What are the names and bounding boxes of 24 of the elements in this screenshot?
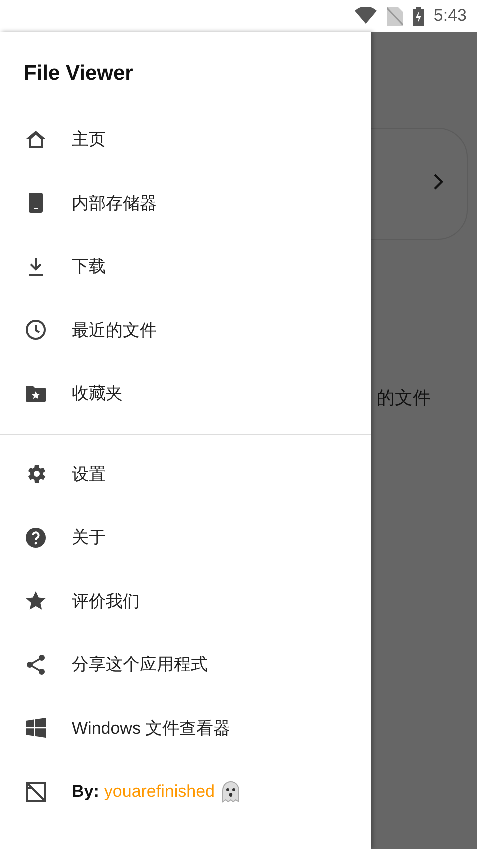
menu-item[interactable]: 下载 <box>0 235 371 298</box>
menu-item[interactable]: 分享这个应用程式 <box>0 633 371 696</box>
background-text: 的文件 <box>377 387 431 410</box>
ghost-icon <box>220 780 241 802</box>
wifi-icon <box>354 7 377 25</box>
no-sim-icon <box>386 6 403 26</box>
menu-item[interactable]: Windows 文件查看器 <box>0 696 371 760</box>
drawer-title: File Viewer <box>24 62 134 86</box>
no-image-icon <box>24 780 48 804</box>
windows-icon <box>24 716 48 740</box>
menu-item[interactable]: 关于 <box>0 506 371 570</box>
menu-item[interactable]: 主页 <box>0 108 371 172</box>
chevron-icon <box>433 173 445 191</box>
status-time: 5:43 <box>434 6 467 26</box>
menu-item[interactable]: 最近的文件 <box>0 298 371 362</box>
clock-icon <box>24 318 48 342</box>
menu-item[interactable]: 收藏夹 <box>0 362 371 426</box>
menu-item[interactable]: 内部存储器 <box>0 172 371 235</box>
credit-label: By: <box>72 782 100 802</box>
menu-item[interactable]: 设置 <box>0 442 371 506</box>
share-icon <box>24 652 48 677</box>
battery-charging-icon <box>412 6 424 26</box>
menu-item[interactable]: 评价我们 <box>0 570 371 633</box>
help-icon <box>24 526 48 550</box>
